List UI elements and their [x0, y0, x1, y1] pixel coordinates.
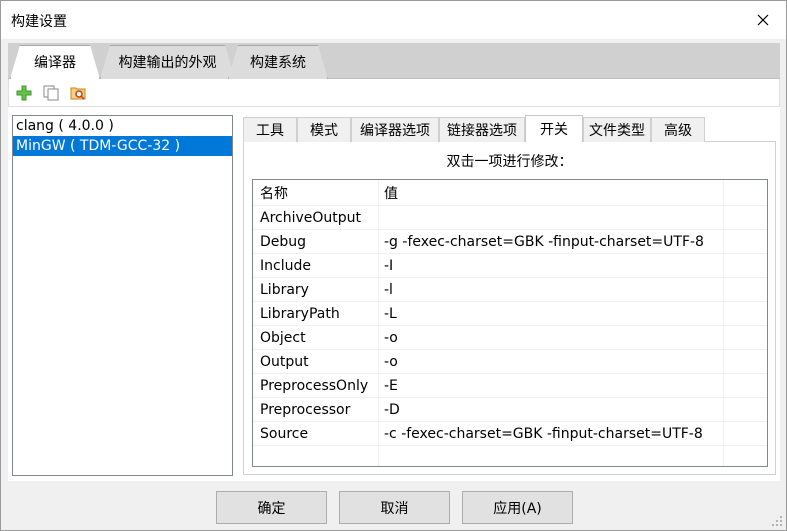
title-bar: 构建设置 [1, 1, 786, 39]
find-folder-icon [70, 87, 86, 100]
table-row[interactable]: Source -c -fexec-charset=GBK -finput-cha… [253, 422, 767, 446]
row-name: Output [260, 354, 309, 370]
row-value [378, 446, 723, 470]
table-row[interactable]: Object -o [253, 326, 767, 350]
copy-icon [43, 85, 59, 101]
table-row[interactable]: Library -l [253, 278, 767, 302]
window-title: 构建设置 [11, 14, 67, 30]
row-value: -o [384, 354, 398, 370]
table-row[interactable]: ArchiveOutput [253, 206, 767, 230]
close-button[interactable] [740, 1, 786, 39]
row-name [253, 446, 378, 470]
tab-file-types[interactable]: 文件类型 [583, 117, 651, 142]
table-row[interactable]: Include -I [253, 254, 767, 278]
table-row[interactable]: LibraryPath -L [253, 302, 767, 326]
compiler-item-mingw[interactable]: MinGW ( TDM-GCC-32 ) [13, 136, 232, 156]
tab-switches[interactable]: 开关 [525, 115, 583, 142]
column-header-value[interactable]: 值 [378, 182, 723, 206]
row-name: Library [260, 282, 309, 298]
table-row[interactable]: Debug -g -fexec-charset=GBK -finput-char… [253, 230, 767, 254]
compiler-list[interactable]: clang ( 4.0.0 ) MinGW ( TDM-GCC-32 ) [12, 115, 233, 476]
tab-linker-options[interactable]: 链接器选项 [439, 117, 525, 142]
tab-label: 构建输出的外观 [118, 55, 217, 71]
table-row[interactable]: PreprocessOnly -E [253, 374, 767, 398]
close-icon [757, 14, 769, 26]
row-value: -g -fexec-charset=GBK -finput-charset=UT… [384, 234, 704, 250]
row-name: Debug [260, 234, 307, 250]
resize-grip-icon[interactable] [771, 515, 783, 527]
row-value: -o [384, 330, 398, 346]
tab-advanced[interactable]: 高级 [651, 117, 705, 142]
row-value: -l [384, 282, 393, 298]
table-header: 名称 值 [253, 182, 767, 206]
ok-button[interactable]: 确定 [216, 491, 327, 524]
row-name: Object [260, 330, 306, 346]
row-value: -E [384, 378, 398, 394]
apply-button[interactable]: 应用(A) [462, 491, 573, 524]
tab-compiler[interactable]: 编译器 [10, 45, 100, 79]
row-value: -L [384, 306, 397, 322]
row-value: -c -fexec-charset=GBK -finput-charset=UT… [384, 426, 703, 442]
main-tab-bar: 编译器 构建输出的外观 构建系统 [8, 43, 780, 79]
add-compiler-button[interactable] [14, 83, 34, 103]
table-row[interactable]: Output -o [253, 350, 767, 374]
toolbar [8, 79, 780, 107]
cancel-button[interactable]: 取消 [339, 491, 450, 524]
row-name: PreprocessOnly [260, 378, 369, 394]
row-name: Source [260, 426, 309, 442]
row-value [378, 206, 723, 230]
find-compiler-button[interactable] [68, 83, 88, 103]
tab-build-output-appearance[interactable]: 构建输出的外观 [100, 45, 235, 79]
row-value: -D [384, 402, 400, 418]
row-value: -I [384, 258, 394, 274]
tab-label: 构建系统 [250, 55, 306, 71]
copy-compiler-button[interactable] [41, 83, 61, 103]
column-header-name[interactable]: 名称 [253, 182, 378, 206]
table-row[interactable]: Preprocessor -D [253, 398, 767, 422]
row-name: ArchiveOutput [260, 210, 362, 226]
add-icon [16, 85, 32, 101]
tab-build-system[interactable]: 构建系统 [228, 45, 328, 79]
row-name: Include [260, 258, 311, 274]
table-row[interactable] [253, 446, 767, 470]
tab-label: 编译器 [34, 55, 76, 71]
edit-hint: 双击一项进行修改： [446, 154, 573, 170]
tab-tools[interactable]: 工具 [243, 117, 297, 142]
row-name: LibraryPath [260, 306, 340, 322]
compiler-item-clang[interactable]: clang ( 4.0.0 ) [13, 116, 232, 136]
tab-compiler-options[interactable]: 编译器选项 [351, 117, 439, 142]
build-settings-dialog: 构建设置 编译器 构建输出的外观 构建系统 clang (4.0.0) Mi… [0, 0, 787, 531]
tab-mode[interactable]: 模式 [297, 117, 351, 142]
switches-table: 名称 值 ArchiveOutput Debug -g -fexec-chars… [252, 179, 768, 467]
row-name: Preprocessor [260, 402, 351, 418]
